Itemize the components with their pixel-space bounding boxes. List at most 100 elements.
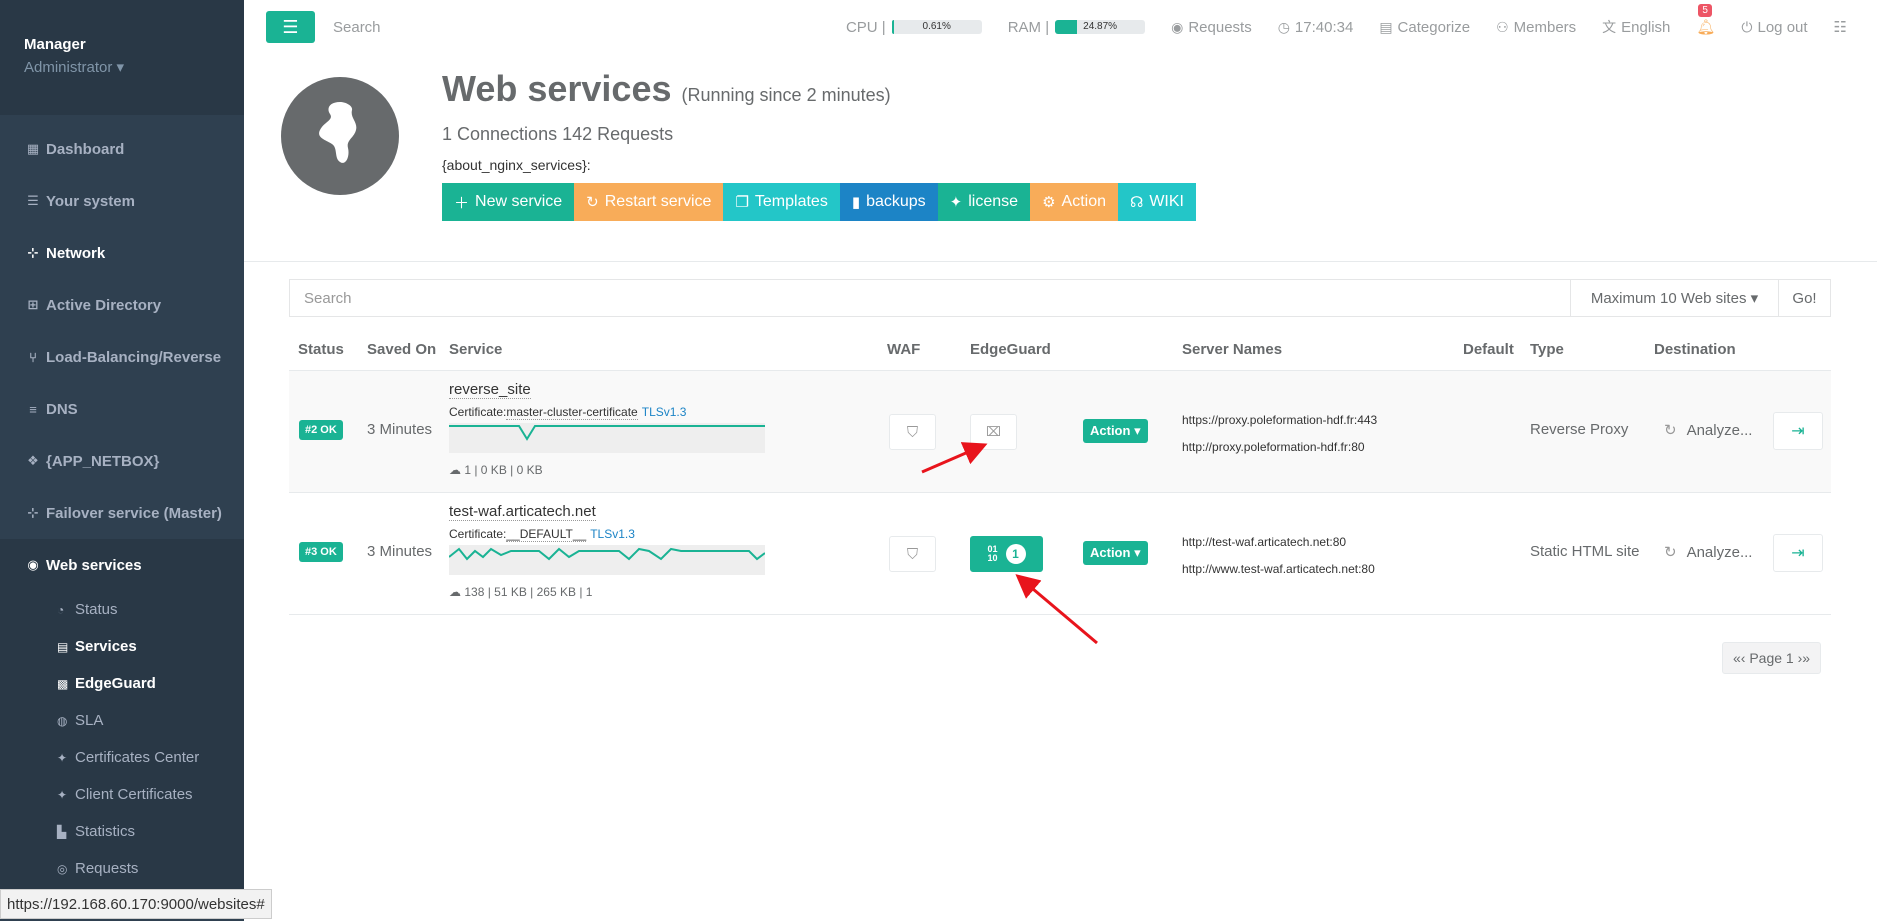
subitem-client-certificates[interactable]: ✦ Client Certificates [0, 776, 244, 813]
service-type: Static HTML site [1530, 543, 1640, 560]
translate-icon: 文 [1602, 19, 1617, 35]
shield-icon: ⛉ [906, 423, 919, 441]
cpu-meter: CPU | 0.61% [846, 19, 982, 36]
sidebar-item-web-services[interactable]: ◉ Web services [0, 539, 244, 591]
users-icon: ⚇ [1496, 18, 1509, 35]
top-search-input[interactable]: Search [333, 19, 793, 36]
checklist-icon: ☷ [1833, 19, 1847, 36]
backups-button[interactable]: ▮ backups [839, 183, 938, 221]
tasks-button[interactable]: ☷ [1834, 18, 1847, 36]
sidebar-item-failover[interactable]: ⊹ Failover service (Master) [0, 487, 244, 539]
col-waf[interactable]: WAF [887, 341, 920, 358]
language-link[interactable]: 文 English [1602, 17, 1670, 37]
sitemap-icon: ⊹ [27, 505, 39, 520]
service-stats: ☁ 138 | 51 KB | 265 KB | 1 [449, 585, 593, 599]
new-service-button[interactable]: ＋ New service [442, 183, 575, 221]
edgeguard-button[interactable]: ⌧ [970, 414, 1017, 450]
main-content: Search Maximum 10 Web sites ▾ Go! Status… [289, 279, 1831, 615]
cpu-bar-fill [891, 20, 894, 34]
service-type: Reverse Proxy [1530, 421, 1629, 438]
sidebar-item-network[interactable]: ⊹ Network [0, 227, 244, 279]
certificate-icon: ✦ [57, 787, 68, 802]
subitem-services[interactable]: ▤ Services [0, 628, 244, 665]
logout-link[interactable]: ⏻ Log out [1741, 19, 1807, 36]
edgeguard-count-badge: 1 [1005, 544, 1026, 564]
user-role[interactable]: Administrator ▾ [24, 58, 220, 76]
sidebar-item-your-system[interactable]: ☰ Your system [0, 175, 244, 227]
col-default[interactable]: Default [1463, 341, 1514, 358]
waf-shield-button[interactable]: ⛉ [889, 536, 936, 572]
file-icon: ▮ [851, 194, 861, 211]
subitem-certificates-center[interactable]: ✦ Certificates Center [0, 739, 244, 776]
max-sites-dropdown[interactable]: Maximum 10 Web sites ▾ [1571, 280, 1779, 316]
edgeguard-button[interactable]: 01 10 1 [970, 536, 1043, 572]
action-button[interactable]: ⚙ Action [1030, 183, 1118, 221]
database-icon: ≡ [29, 401, 37, 417]
open-service-button[interactable]: ⇥ [1773, 534, 1823, 572]
about-text: {about_nginx_services}: [442, 157, 591, 173]
table-row: #3 OK 3 Minutes test-waf.articatech.net … [289, 493, 1831, 615]
destination[interactable]: ↻ Analyze... [1664, 421, 1752, 439]
table-icon: ▤ [57, 639, 69, 654]
shield-icon: ⛉ [906, 545, 919, 563]
saved-on: 3 Minutes [367, 543, 433, 560]
notifications-button[interactable]: 🔔︎ 5 [1696, 4, 1716, 36]
eye-icon: ◎ [57, 861, 68, 876]
subitem-sla[interactable]: ◍ SLA [0, 702, 244, 739]
clock-icon: ◷ [1277, 18, 1290, 35]
server-icon: ☰ [27, 193, 39, 208]
waf-shield-button[interactable]: ⛉ [889, 414, 936, 450]
service-name[interactable]: reverse_site [449, 381, 531, 399]
menu-toggle-button[interactable]: ☰ [266, 11, 315, 43]
pagination[interactable]: «‹ Page 1 ›» [1722, 642, 1822, 674]
categorize-link[interactable]: ▤ Categorize [1379, 19, 1470, 36]
destination[interactable]: ↻ Analyze... [1664, 543, 1752, 561]
col-service[interactable]: Service [449, 341, 502, 358]
col-type[interactable]: Type [1530, 341, 1564, 358]
edgeguard-icon: ▩ [57, 676, 69, 691]
table-header: Status Saved On Service WAF EdgeGuard Se… [289, 323, 1831, 371]
subitem-status[interactable]: ◔ Status [0, 591, 244, 628]
requests-link[interactable]: ◉ Requests [1171, 19, 1252, 36]
templates-button[interactable]: ❐ Templates [723, 183, 840, 221]
license-button[interactable]: ✦ license [937, 183, 1031, 221]
binary-icon: 01 10 [987, 544, 998, 563]
service-search-input[interactable]: Search [290, 280, 1571, 316]
book-icon: ▤ [1379, 18, 1393, 35]
certificate-info: Certificate:master-cluster-certificate TL… [449, 405, 687, 420]
subitem-requests[interactable]: ◎ Requests [0, 850, 244, 887]
hamburger-icon: ☰ [282, 16, 299, 37]
col-server-names[interactable]: Server Names [1182, 341, 1282, 358]
sidebar-item-active-directory[interactable]: ⊞ Active Directory [0, 279, 244, 331]
col-edgeguard[interactable]: EdgeGuard [970, 341, 1051, 358]
chart-icon: ▙ [57, 824, 67, 839]
sidebar-item-dashboard[interactable]: ▦ Dashboard [0, 123, 244, 175]
traffic-sparkline [449, 545, 765, 575]
status-badge: #3 OK [299, 542, 343, 562]
col-status[interactable]: Status [298, 341, 344, 358]
restart-service-button[interactable]: ↻ Restart service [574, 183, 724, 221]
open-service-button[interactable]: ⇥ [1773, 412, 1823, 450]
col-saved-on[interactable]: Saved On [367, 341, 436, 358]
go-button[interactable]: Go! [1779, 280, 1830, 316]
sidebar-item-load-balancing[interactable]: ⑂ Load-Balancing/Reverse [0, 331, 244, 383]
user-name[interactable]: Manager [24, 36, 220, 53]
wiki-button[interactable]: ☊ WIKI [1117, 183, 1196, 221]
traffic-sparkline [449, 423, 765, 453]
service-name[interactable]: test-waf.articatech.net [449, 503, 596, 521]
ram-meter: RAM | 24.87% [1008, 19, 1146, 36]
arrow-right-icon: ⇥ [1791, 423, 1805, 440]
sidebar-item-dns[interactable]: ≡ DNS [0, 383, 244, 435]
bell-icon: 🔔︎ [1696, 19, 1716, 36]
sidebar-item-app-netbox[interactable]: ❖ {APP_NETBOX} [0, 435, 244, 487]
members-link[interactable]: ⚇ Members [1496, 19, 1576, 36]
cube-icon: ❖ [27, 453, 39, 468]
saved-on: 3 Minutes [367, 421, 433, 438]
col-destination[interactable]: Destination [1654, 341, 1736, 358]
subitem-edgeguard[interactable]: ▩ EdgeGuard [0, 665, 244, 702]
subitem-statistics[interactable]: ▙ Statistics [0, 813, 244, 850]
sidebar: Manager Administrator ▾ ▦ Dashboard ☰ Your… [0, 0, 244, 921]
topbar: ☰ Search CPU | 0.61% RAM | 24.87% ◉ Request… [244, 0, 1877, 54]
row-action-button[interactable]: Action ▾ [1083, 541, 1148, 565]
row-action-button[interactable]: Action ▾ [1083, 419, 1148, 443]
